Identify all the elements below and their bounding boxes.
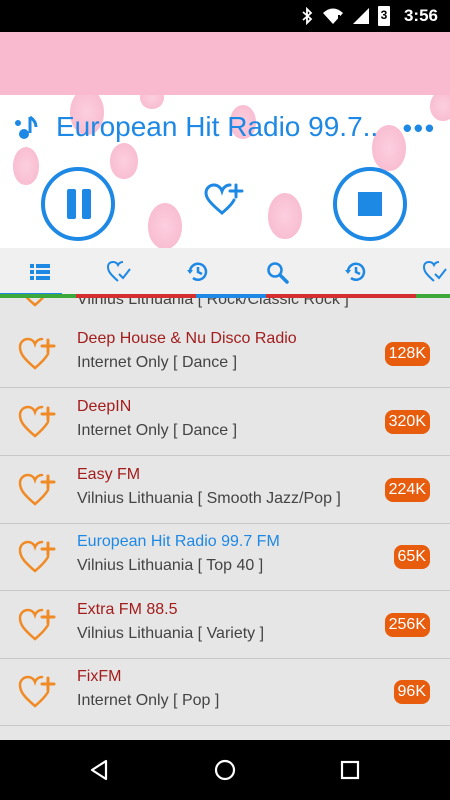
bitrate-badge: 128K (384, 342, 430, 366)
stop-icon (358, 192, 382, 216)
tab-list[interactable] (0, 248, 79, 296)
ad-banner[interactable] (0, 32, 450, 95)
home-icon[interactable] (213, 758, 237, 782)
favorite-add-icon[interactable] (204, 183, 244, 217)
station-name: FixFM (77, 668, 122, 685)
bluetooth-icon (302, 7, 313, 25)
bitrate-badge: 256K (384, 613, 430, 637)
bitrate-badge: 96K (393, 680, 430, 704)
now-playing-row: European Hit Radio 99.7.. ••• (0, 107, 450, 147)
signal-icon (352, 8, 369, 24)
system-nav-bar (0, 740, 450, 800)
more-options-icon[interactable]: ••• (403, 113, 436, 144)
list-item[interactable]: Deep House & Nu Disco Radio Internet Onl… (0, 321, 450, 388)
tab-bar (0, 248, 450, 296)
heart-check-icon (422, 260, 447, 282)
list-item[interactable]: FixFM Internet Only [ Pop ] 96K (0, 659, 450, 726)
stop-button[interactable] (333, 167, 407, 241)
wifi-icon (322, 8, 343, 24)
now-playing-title: European Hit Radio 99.7.. (56, 111, 379, 142)
station-info: Vilnius Lithuania [ Smooth Jazz/Pop ] (77, 490, 341, 507)
favorite-add-icon[interactable] (18, 675, 56, 709)
tab-favorites[interactable] (79, 248, 158, 296)
status-bar: 3 3:56 (0, 0, 450, 32)
flower-decoration (110, 143, 138, 179)
favorite-add-icon[interactable] (18, 405, 56, 439)
station-name: Easy FM (77, 466, 141, 483)
favorite-add-icon[interactable] (18, 608, 56, 642)
station-info: Vilnius Lithuania [ Top 40 ] (77, 557, 264, 574)
list-item[interactable]: Easy FM Vilnius Lithuania [ Smooth Jazz/… (0, 457, 450, 524)
station-name: Deep House & Nu Disco Radio (77, 330, 297, 347)
station-info: Internet Only [ Pop ] (77, 692, 220, 709)
tab-recent[interactable] (316, 248, 395, 296)
flower-decoration (13, 147, 39, 185)
history-icon (186, 262, 207, 281)
station-info: Vilnius Lithuania [ Rock/Classic Rock ] (77, 298, 349, 308)
station-name: Extra FM 88.5 (77, 601, 178, 618)
history-icon (344, 262, 365, 281)
pause-button[interactable] (41, 167, 115, 241)
list-item[interactable]: DeepIN Internet Only [ Dance ] 320K (0, 389, 450, 456)
pause-icon (67, 189, 76, 219)
station-name: DeepIN (77, 398, 132, 415)
player-panel: European Hit Radio 99.7.. ••• (0, 95, 450, 248)
list-item[interactable]: European Hit Radio 99.7 FM Vilnius Lithu… (0, 524, 450, 591)
station-info: Internet Only [ Dance ] (77, 354, 238, 371)
pause-icon-bar (82, 189, 91, 219)
favorite-add-icon[interactable] (18, 298, 56, 308)
favorite-add-icon[interactable] (18, 473, 56, 507)
station-info: Internet Only [ Dance ] (77, 422, 238, 439)
favorite-add-icon[interactable] (18, 540, 56, 574)
tab-history[interactable] (158, 248, 237, 296)
recents-icon[interactable] (338, 758, 362, 782)
bitrate-badge: 65K (393, 545, 430, 569)
battery-level: 3 (380, 8, 388, 22)
music-note-icon (15, 115, 38, 139)
search-icon (266, 262, 289, 284)
station-info: Vilnius Lithuania [ Variety ] (77, 625, 265, 642)
back-icon[interactable] (88, 758, 112, 782)
flower-decoration (268, 193, 302, 239)
list-item[interactable]: Extra FM 88.5 Vilnius Lithuania [ Variet… (0, 592, 450, 659)
bitrate-badge: 224K (384, 478, 430, 502)
clock: 3:56 (403, 6, 438, 25)
bitrate-badge: 320K (384, 410, 430, 434)
favorite-add-icon[interactable] (18, 337, 56, 371)
tab-favorites-2[interactable] (395, 248, 450, 296)
station-name: European Hit Radio 99.7 FM (77, 533, 280, 550)
tab-search[interactable] (237, 248, 316, 296)
battery-icon: 3 (377, 6, 390, 26)
station-list[interactable]: Vilnius Lithuania [ Rock/Classic Rock ] … (0, 298, 450, 740)
flower-decoration (148, 203, 182, 248)
list-icon (29, 264, 50, 280)
heart-check-icon (106, 260, 131, 282)
